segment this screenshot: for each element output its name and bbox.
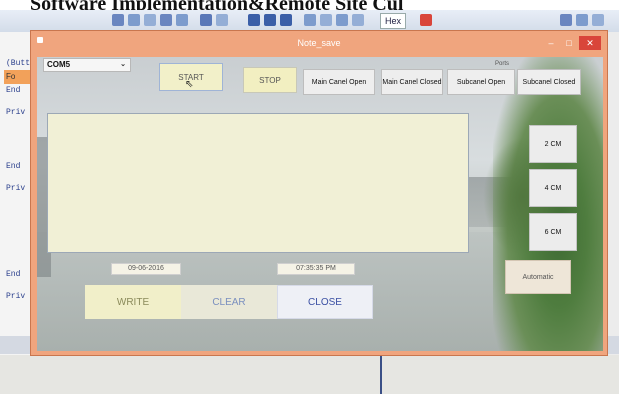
toolbar-icon[interactable] <box>128 14 140 26</box>
mouse-cursor-icon: ⇖ <box>185 79 194 90</box>
toolbar-icon[interactable] <box>592 14 604 26</box>
ports-caption: Ports <box>495 61 510 67</box>
close-button[interactable]: CLOSE <box>277 285 373 319</box>
ide-output-area <box>0 355 619 394</box>
toolbar-icon[interactable] <box>216 14 228 26</box>
toolbar-icon[interactable] <box>576 14 588 26</box>
ide-splitter[interactable] <box>380 350 382 394</box>
automatic-button[interactable]: Automatic <box>505 260 571 294</box>
time-field[interactable]: 07:35:35 PM <box>277 263 355 275</box>
hex-display[interactable]: Hex <box>380 13 407 29</box>
play-icon[interactable] <box>248 14 260 26</box>
date-field[interactable]: 09-06-2016 <box>111 263 181 275</box>
code-keyword: End <box>6 270 21 279</box>
clear-button[interactable]: CLEAR <box>181 285 277 319</box>
toolbar-icon[interactable] <box>420 14 432 26</box>
note-save-window: Note_save – □ ✕ COM5 ⌄ Ports START ⇖ STO… <box>30 30 608 356</box>
stop-button[interactable]: STOP <box>243 67 297 93</box>
toolbar-icon[interactable] <box>160 14 172 26</box>
toolbar-icon[interactable] <box>176 14 188 26</box>
stop-icon[interactable] <box>280 14 292 26</box>
close-window-button[interactable]: ✕ <box>579 36 601 50</box>
level-2cm-button[interactable]: 2 CM <box>529 125 577 163</box>
window-client-area: COM5 ⌄ Ports START ⇖ STOP Main Canel Ope… <box>37 57 603 351</box>
code-keyword: (Butt <box>6 59 31 68</box>
toolbar-icon[interactable] <box>144 14 156 26</box>
toolbar-icon[interactable] <box>560 14 572 26</box>
chevron-down-icon[interactable]: ⌄ <box>120 59 126 71</box>
toolbar-icon[interactable] <box>320 14 332 26</box>
toolbar-icon[interactable] <box>112 14 124 26</box>
subcanal-closed-button[interactable]: Subcanel Closed <box>517 69 581 95</box>
com-port-select[interactable]: COM5 ⌄ <box>43 58 131 72</box>
subcanal-open-button[interactable]: Subcanel Open <box>447 69 515 95</box>
code-keyword: End <box>6 86 21 95</box>
toolbar-icon[interactable] <box>336 14 348 26</box>
code-keyword: End <box>6 162 21 171</box>
toolbar-icon[interactable] <box>200 14 212 26</box>
window-title: Note_save <box>297 38 341 48</box>
code-keyword: Priv <box>6 108 26 117</box>
com-port-value: COM5 <box>47 60 71 69</box>
write-button[interactable]: WRITE <box>85 285 181 319</box>
minimize-button[interactable]: – <box>543 36 559 50</box>
pause-icon[interactable] <box>264 14 276 26</box>
main-canal-closed-button[interactable]: Main Canel Closed <box>381 69 443 95</box>
level-4cm-button[interactable]: 4 CM <box>529 169 577 207</box>
window-titlebar[interactable]: Note_save – □ ✕ <box>31 31 607 57</box>
toolbar-icon[interactable] <box>352 14 364 26</box>
code-keyword: Priv <box>6 292 26 301</box>
received-data-textarea[interactable] <box>47 113 469 253</box>
maximize-button[interactable]: □ <box>561 36 577 50</box>
code-keyword: Priv <box>6 184 26 193</box>
level-6cm-button[interactable]: 6 CM <box>529 213 577 251</box>
main-canal-open-button[interactable]: Main Canel Open <box>303 69 375 95</box>
toolbar-icon[interactable] <box>304 14 316 26</box>
